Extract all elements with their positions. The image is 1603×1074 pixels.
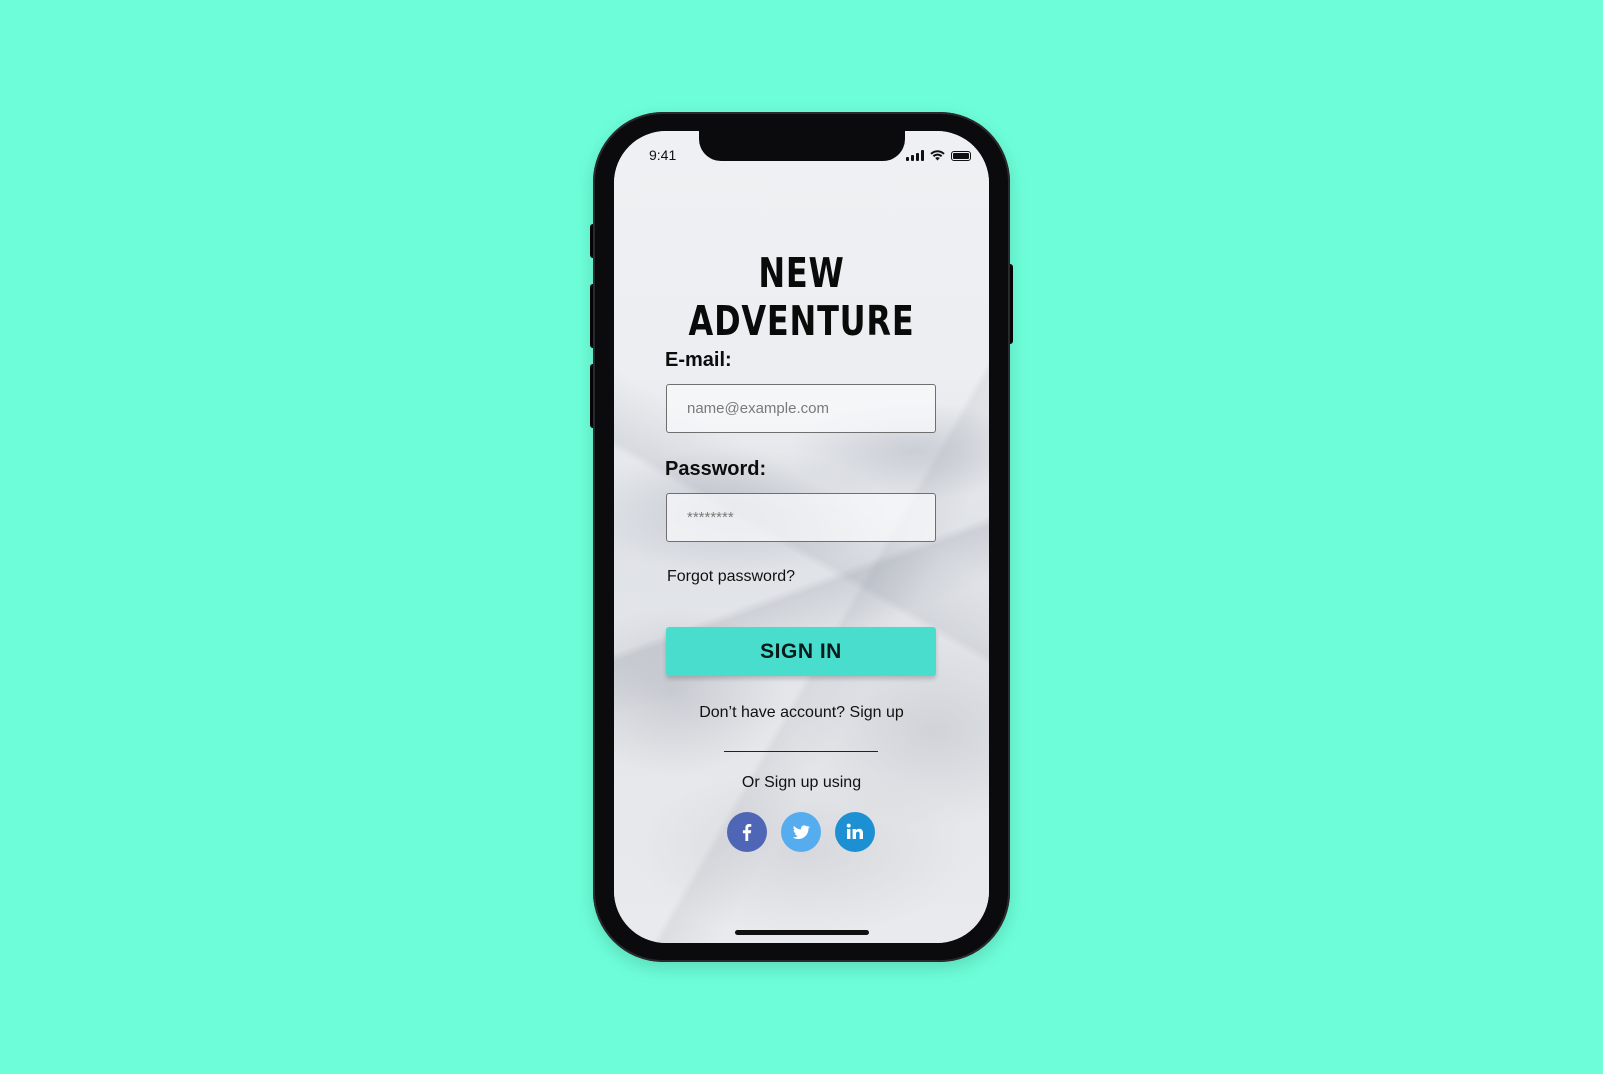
status-time: 9:41 — [649, 147, 677, 163]
email-field[interactable] — [666, 384, 936, 433]
sign-in-button[interactable]: SIGN IN — [666, 627, 936, 676]
divider — [724, 751, 878, 752]
linkedin-icon — [846, 823, 863, 839]
stage: 9:41 NEW ADVENTURE E-mail: Password: For… — [0, 0, 1603, 1074]
twitter-icon — [792, 825, 811, 839]
forgot-password-link[interactable]: Forgot password? — [667, 568, 795, 586]
battery-icon — [951, 151, 971, 161]
signal-icon — [906, 150, 924, 161]
facebook-button[interactable] — [727, 812, 767, 852]
email-label: E-mail: — [665, 349, 732, 371]
twitter-button[interactable] — [781, 812, 821, 852]
status-icons — [906, 147, 971, 161]
password-field[interactable] — [666, 493, 936, 542]
home-indicator — [735, 930, 869, 935]
phone-screen: 9:41 NEW ADVENTURE E-mail: Password: For… — [614, 131, 989, 943]
facebook-icon — [742, 824, 752, 841]
sign-up-link[interactable]: Don’t have account? Sign up — [614, 704, 989, 722]
app-title: NEW ADVENTURE — [688, 249, 915, 345]
linkedin-button[interactable] — [835, 812, 875, 852]
social-signup-prompt: Or Sign up using — [741, 774, 862, 791]
notch — [699, 131, 905, 161]
wifi-icon — [930, 150, 945, 161]
password-label: Password: — [665, 458, 767, 480]
